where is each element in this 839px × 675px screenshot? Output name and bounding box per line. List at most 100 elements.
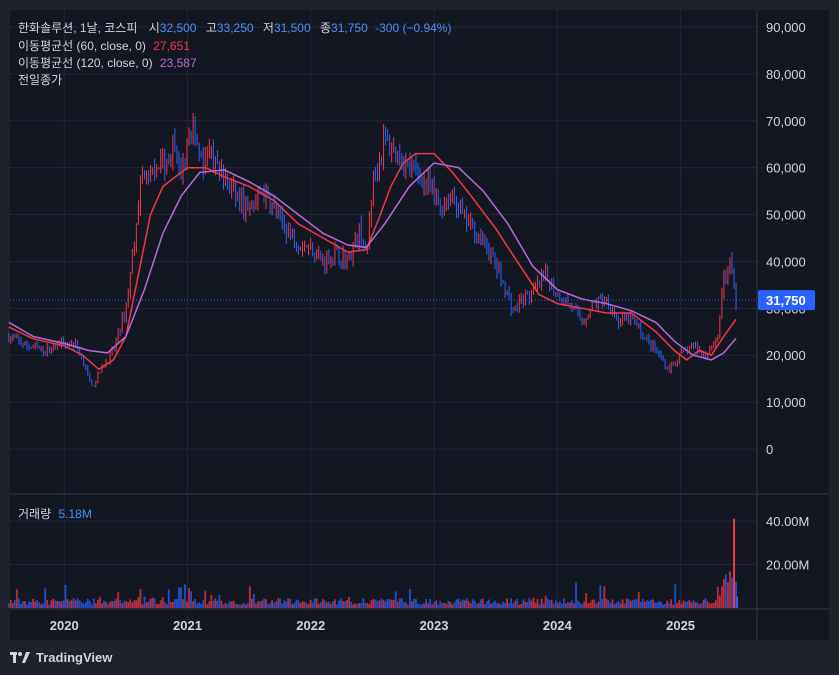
volume-bar <box>619 603 622 608</box>
volume-label: 거래량 <box>18 507 52 521</box>
ma60-label: 이동평균선 (60, close, 0) <box>18 39 146 53</box>
ma60-legend[interactable]: 이동평균선 (60, close, 0) 27,651 <box>18 37 190 54</box>
volume-bar <box>382 599 385 608</box>
price-chart-canvas[interactable]: 010,00020,00030,00040,00050,00060,00070,… <box>0 0 839 675</box>
volume-bar <box>473 600 476 608</box>
ma120-legend[interactable]: 이동평균선 (120, close, 0) 23,587 <box>18 54 197 71</box>
volume-bar <box>226 604 229 608</box>
price-tick-label: 60,000 <box>766 161 806 176</box>
volume-bar <box>605 598 608 608</box>
volume-bar <box>643 601 646 608</box>
volume-bar <box>372 599 375 608</box>
volume-bar <box>90 604 93 608</box>
volume-bar <box>244 604 247 608</box>
volume-bar <box>587 603 590 608</box>
volume-bar <box>445 604 448 608</box>
volume-bar <box>80 602 83 608</box>
volume-bar <box>82 603 85 608</box>
volume-bar <box>11 603 14 608</box>
volume-bar <box>623 603 626 608</box>
volume-bar <box>627 599 630 608</box>
volume-bar <box>121 603 124 608</box>
volume-bar <box>631 600 634 608</box>
price-tick-label: 20,000 <box>766 348 806 363</box>
volume-bar <box>56 601 59 608</box>
volume-bar <box>670 599 673 608</box>
volume-bar <box>143 596 146 608</box>
volume-bar <box>364 602 367 608</box>
volume-bar <box>684 601 687 608</box>
volume-bar <box>198 602 201 608</box>
price-tick-label: 80,000 <box>766 67 806 82</box>
volume-bar <box>560 603 563 608</box>
prev-close-legend[interactable]: 전일종가 <box>18 71 62 88</box>
volume-bar <box>68 601 71 608</box>
volume-bar <box>471 599 474 608</box>
volume-bar <box>542 603 545 608</box>
volume-bar <box>64 584 67 608</box>
volume-bar <box>698 604 701 608</box>
volume-bar <box>419 604 421 608</box>
price-tick-label: 50,000 <box>766 208 806 223</box>
low-label: 저 <box>262 21 274 35</box>
tradingview-brand[interactable]: TradingView <box>10 650 112 665</box>
price-tick-label: 0 <box>766 442 773 457</box>
volume-bar <box>58 601 61 608</box>
volume-bar <box>686 601 689 608</box>
volume-bar <box>725 574 727 608</box>
volume-bar <box>222 604 225 608</box>
volume-bar <box>465 598 468 608</box>
price-tick-label: 70,000 <box>766 114 806 129</box>
volume-bar <box>366 603 369 608</box>
volume-bar <box>504 602 506 608</box>
last-price-badge-label: 31,750 <box>766 293 806 308</box>
volume-bar <box>265 599 267 608</box>
price-tick-label: 40,000 <box>766 254 806 269</box>
volume-bar <box>344 601 346 608</box>
volume-bar <box>629 600 632 608</box>
volume-bar <box>206 604 209 608</box>
volume-bar <box>589 602 592 608</box>
volume-bar <box>571 600 573 608</box>
volume-bar <box>652 599 654 608</box>
volume-bar <box>248 586 251 608</box>
volume-bar <box>690 602 693 608</box>
volume-bar <box>453 602 456 608</box>
volume-bar <box>289 598 292 608</box>
volume-bar <box>84 601 87 608</box>
volume-bar <box>273 602 276 608</box>
volume-bar <box>180 587 182 608</box>
volume-bar <box>293 602 296 608</box>
volume-bar <box>32 598 34 608</box>
volume-bar <box>494 600 496 608</box>
volume-bar <box>548 600 551 608</box>
volume-bar <box>579 602 581 608</box>
volume-bar <box>712 602 715 608</box>
volume-bar <box>117 592 120 608</box>
volume-bar <box>562 598 565 608</box>
volume-bar <box>295 599 298 608</box>
volume-bar <box>171 601 174 608</box>
volume-bar <box>459 601 462 608</box>
volume-bar <box>252 593 255 608</box>
volume-bar <box>662 604 665 608</box>
volume-bar <box>340 598 342 608</box>
volume-bar <box>192 601 195 608</box>
volume-bar <box>246 602 249 608</box>
volume-bar <box>621 599 624 608</box>
volume-bar <box>255 603 257 608</box>
volume-bar <box>214 598 217 608</box>
close-value: 31,750 <box>331 21 368 35</box>
volume-bar <box>415 599 417 608</box>
volume-bar <box>490 603 492 608</box>
volume-bar <box>388 599 391 608</box>
volume-tick-label: 20.00M <box>766 558 809 573</box>
volume-bar <box>133 600 136 608</box>
volume-bar <box>218 595 221 608</box>
volume-legend[interactable]: 거래량 5.18M <box>18 505 92 522</box>
volume-bar <box>666 600 669 608</box>
volume-bar <box>153 598 156 608</box>
volume-bar <box>682 600 685 608</box>
volume-bar <box>48 604 51 608</box>
volume-bar <box>427 603 430 608</box>
